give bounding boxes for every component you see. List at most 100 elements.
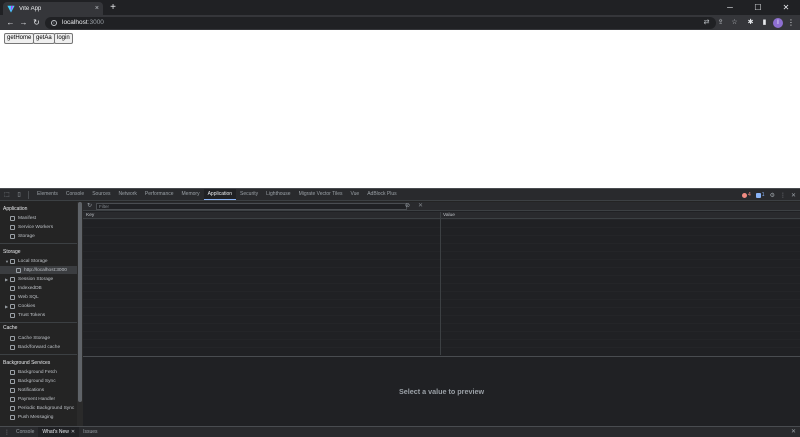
- devtools-tab-sources[interactable]: Sources: [88, 189, 114, 200]
- sidebar-item-localhost-origin[interactable]: http://localhost:3000: [0, 266, 77, 274]
- device-toolbar-icon[interactable]: ▯: [14, 190, 24, 200]
- get-aa-button[interactable]: getAa: [33, 33, 55, 44]
- sidebar-item-manifest[interactable]: Manifest: [0, 214, 77, 222]
- sidebar-item-label: Storage: [18, 233, 35, 239]
- sidebar-item-session-storage[interactable]: ▶ Session Storage: [0, 275, 77, 283]
- inspect-element-icon[interactable]: ⬚: [2, 190, 12, 200]
- profile-avatar[interactable]: I: [773, 17, 783, 28]
- error-icon: [742, 192, 748, 198]
- drawer-tab-close-icon[interactable]: ✕: [71, 427, 75, 437]
- arrows-icon: [10, 369, 15, 375]
- new-tab-button[interactable]: +: [107, 2, 119, 14]
- drawer-tab-whats-new[interactable]: What's New ✕: [38, 427, 80, 437]
- browser-tab[interactable]: Vite App ×: [3, 2, 103, 15]
- error-counter[interactable]: 4: [742, 192, 751, 198]
- forward-icon[interactable]: →: [17, 16, 30, 29]
- sidebar-item-label: Web SQL: [18, 294, 39, 300]
- drawer-menu-icon[interactable]: ⋮: [2, 429, 12, 436]
- devtools-drawer: ⋮ Console What's New ✕ Issues ✕: [0, 426, 800, 437]
- devtools-tab-memory[interactable]: Memory: [178, 189, 204, 200]
- extensions-icon[interactable]: ✱: [745, 17, 756, 28]
- devtools-tab-vue[interactable]: Vue: [346, 189, 363, 200]
- devtools-tab-network[interactable]: Network: [115, 189, 141, 200]
- scrollbar-thumb[interactable]: [78, 202, 82, 402]
- devtools-tab-adblock-plus[interactable]: AdBlock Plus: [363, 189, 400, 200]
- expand-arrow-icon[interactable]: ▼: [5, 259, 9, 264]
- window-close-icon[interactable]: ✕: [772, 0, 800, 15]
- sidebar-item-payment-handler[interactable]: Payment Handler: [0, 395, 77, 403]
- drawer-tab-issues[interactable]: Issues: [79, 427, 101, 437]
- sidebar-item-indexeddb[interactable]: IndexedDB: [0, 284, 77, 292]
- sidebar-item-local-storage[interactable]: ▼ Local Storage: [0, 257, 77, 265]
- get-home-button[interactable]: getHome: [4, 33, 35, 44]
- key-value-table[interactable]: Key Value: [83, 212, 800, 355]
- sidebar-item-trust-tokens[interactable]: Trust Tokens: [0, 311, 77, 319]
- sidebar-item-cache-storage[interactable]: Cache Storage: [0, 334, 77, 342]
- sidebar-item-background-fetch[interactable]: Background Fetch: [0, 368, 77, 376]
- devtools-tab-security[interactable]: Security: [236, 189, 262, 200]
- devtools-close-icon[interactable]: ✕: [791, 192, 796, 199]
- sidebar-item-label: Local Storage: [18, 258, 48, 264]
- sidebar-item-back-forward-cache[interactable]: Back/forward cache: [0, 343, 77, 351]
- address-bar[interactable]: i localhost:3000: [45, 16, 716, 29]
- vite-logo-icon: [7, 5, 15, 13]
- collapse-arrow-icon[interactable]: ▶: [5, 277, 9, 282]
- grid-icon: [16, 267, 21, 273]
- storage-toolbar: ↻ ⊘ ✕: [83, 202, 800, 211]
- devtools-panel: ⬚ ▯ Elements Console Sources Network Per…: [0, 188, 800, 437]
- site-info-icon[interactable]: i: [51, 19, 57, 26]
- clear-all-icon[interactable]: ⊘: [405, 202, 410, 211]
- card-icon: [10, 396, 15, 402]
- reload-icon[interactable]: ↻: [30, 16, 43, 29]
- sidebar-divider: [0, 322, 77, 323]
- sidebar-item-cookies[interactable]: ▶ Cookies: [0, 302, 77, 310]
- manifest-icon: [10, 215, 15, 221]
- devtools-tab-lighthouse[interactable]: Lighthouse: [262, 189, 294, 200]
- sidebar-item-web-sql[interactable]: Web SQL: [0, 293, 77, 301]
- section-application: Application: [3, 206, 28, 212]
- translate-icon[interactable]: ⇄: [702, 18, 711, 27]
- bookmark-star-icon[interactable]: ☆: [730, 18, 739, 27]
- column-divider[interactable]: [440, 212, 441, 355]
- sidebar-item-periodic-background-sync[interactable]: Periodic Background Sync: [0, 404, 77, 412]
- devtools-tab-elements[interactable]: Elements: [33, 189, 62, 200]
- column-header-key[interactable]: Key: [86, 212, 94, 219]
- drawer-tab-console[interactable]: Console: [12, 427, 38, 437]
- settings-gear-icon[interactable]: ⚙: [770, 192, 775, 199]
- sidebar-item-background-sync[interactable]: Background Sync: [0, 377, 77, 385]
- collapse-arrow-icon[interactable]: ▶: [5, 304, 9, 309]
- sidebar-item-storage[interactable]: Storage: [0, 232, 77, 240]
- maximize-icon[interactable]: ☐: [744, 0, 772, 15]
- side-panel-icon[interactable]: ▮: [759, 17, 770, 28]
- sidebar-item-service-workers[interactable]: Service Workers: [0, 223, 77, 231]
- database-icon: [10, 344, 15, 350]
- login-button[interactable]: login: [54, 33, 73, 44]
- share-icon[interactable]: ⇪: [716, 18, 725, 27]
- minimize-icon[interactable]: ─: [716, 0, 744, 15]
- cookie-icon: [10, 303, 15, 309]
- sidebar-item-push-messaging[interactable]: Push Messaging: [0, 413, 77, 421]
- storage-view: ↻ ⊘ ✕ Key Value Select a value to previe…: [83, 202, 800, 426]
- section-background-services: Background Services: [3, 360, 51, 366]
- column-header-value[interactable]: Value: [443, 212, 455, 219]
- devtools-tab-performance[interactable]: Performance: [141, 189, 178, 200]
- tab-close-icon[interactable]: ×: [95, 5, 99, 12]
- sidebar-item-notifications[interactable]: Notifications: [0, 386, 77, 394]
- back-icon[interactable]: ←: [4, 16, 17, 29]
- delete-selected-icon[interactable]: ✕: [418, 202, 423, 211]
- drawer-close-icon[interactable]: ✕: [791, 427, 796, 437]
- tab-strip: Vite App × + ─ ☐ ✕: [0, 0, 800, 15]
- database-icon: [10, 335, 15, 341]
- filter-input[interactable]: [96, 203, 407, 210]
- drawer-tab-label: Console: [16, 429, 35, 435]
- devtools-tab-migrate-vector-tiles[interactable]: Migrate Vector Tiles: [295, 189, 347, 200]
- chrome-menu-icon[interactable]: ⋮: [787, 17, 795, 28]
- sidebar-item-label: http://localhost:3000: [24, 267, 67, 273]
- issue-counter[interactable]: 1: [755, 192, 765, 198]
- devtools-menu-icon[interactable]: ⋮: [780, 192, 786, 199]
- devtools-tab-application[interactable]: Application: [203, 189, 237, 200]
- devtools-tab-console[interactable]: Console: [62, 189, 88, 200]
- database-icon: [10, 294, 15, 300]
- refresh-icon[interactable]: ↻: [87, 202, 92, 211]
- url-host: localhost: [62, 19, 88, 26]
